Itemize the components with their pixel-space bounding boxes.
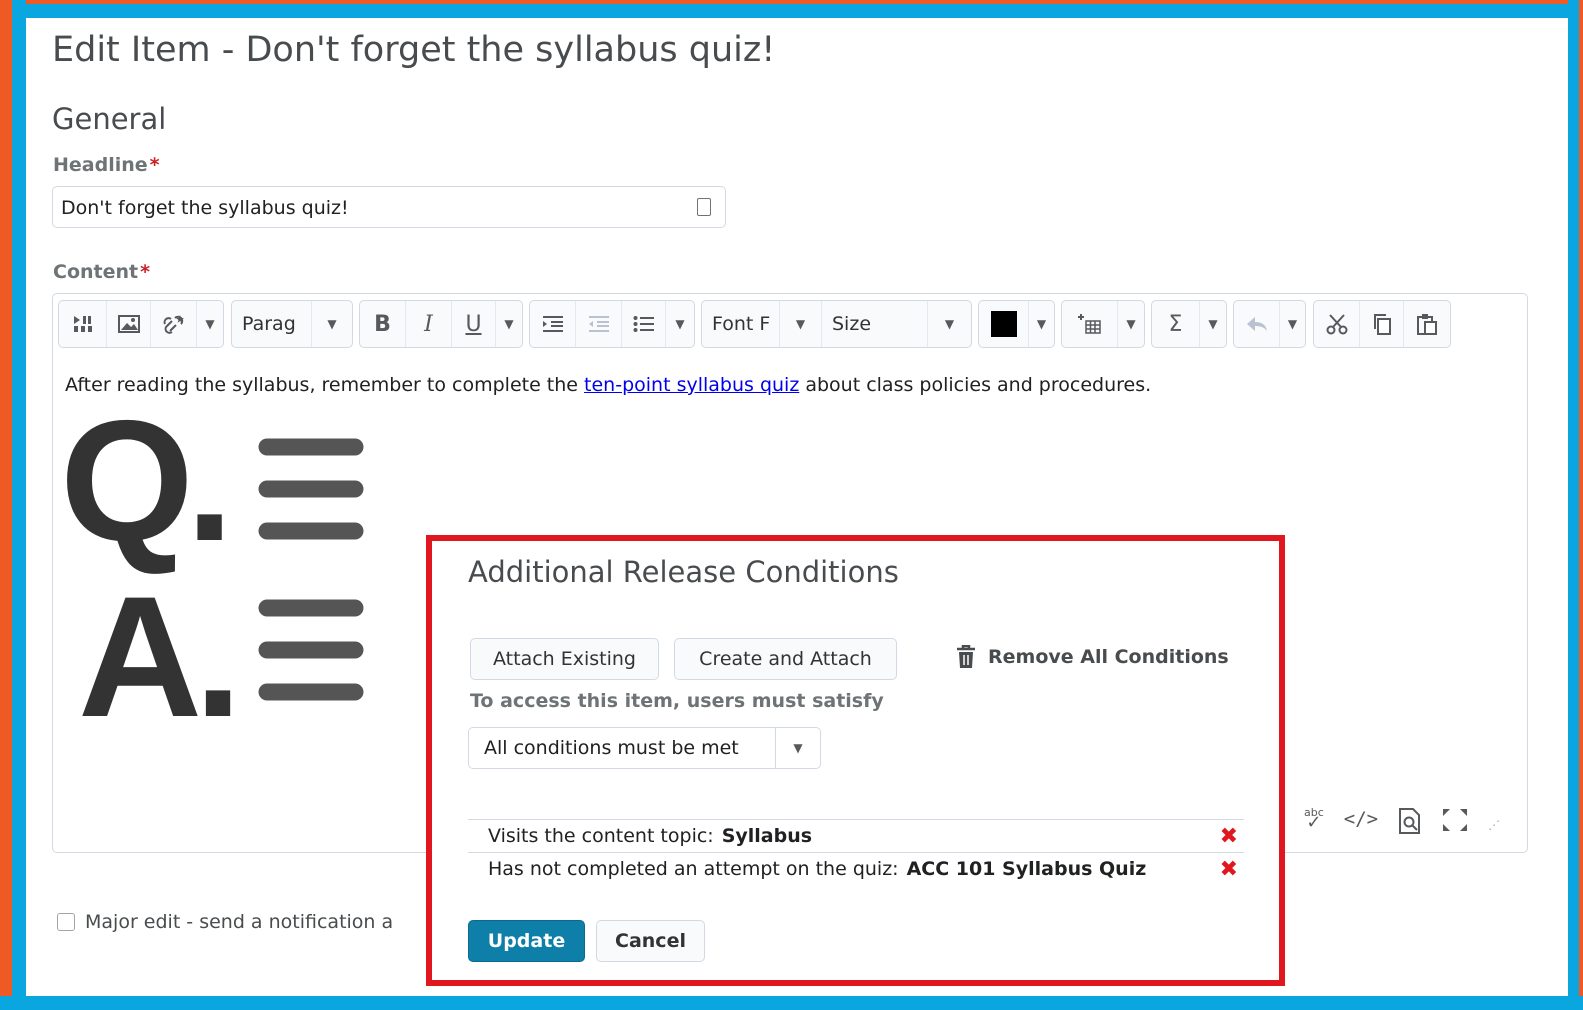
- chevron-down-icon[interactable]: ▼: [666, 301, 694, 347]
- color-group: ▼: [978, 300, 1055, 348]
- source-code-icon[interactable]: </>: [1344, 808, 1378, 839]
- chevron-down-icon[interactable]: ▼: [1029, 301, 1054, 347]
- major-edit-checkbox[interactable]: [57, 913, 75, 931]
- required-mark: *: [140, 261, 151, 283]
- bullet-list-icon[interactable]: [622, 301, 666, 347]
- insert-group: ▼: [58, 300, 224, 348]
- q-letter: Q.: [60, 410, 226, 577]
- preview-icon[interactable]: [1398, 808, 1422, 839]
- insert-image-icon[interactable]: [107, 301, 151, 347]
- history-group: ▼: [1233, 300, 1306, 348]
- bold-icon[interactable]: B: [360, 301, 406, 347]
- resize-handle-icon[interactable]: ⋰: [1488, 808, 1500, 839]
- spellcheck-icon[interactable]: abc ✓: [1304, 807, 1324, 839]
- insert-stuff-icon[interactable]: [59, 301, 107, 347]
- paste-icon[interactable]: [1404, 301, 1450, 347]
- indent-icon[interactable]: [530, 301, 576, 347]
- headline-label-text: Headline: [53, 154, 148, 176]
- text-field-icon[interactable]: [697, 198, 711, 216]
- headline-input-value: Don't forget the syllabus quiz!: [61, 197, 349, 219]
- editor-status-bar: abc ✓ </> ⋰: [1304, 807, 1500, 839]
- update-button[interactable]: Update: [468, 920, 585, 962]
- text-color-button[interactable]: [979, 301, 1029, 347]
- text-style-group: B I U ▼: [359, 300, 523, 348]
- chevron-down-icon[interactable]: ▼: [1118, 301, 1144, 347]
- release-conditions-title: Additional Release Conditions: [468, 555, 899, 589]
- condition-target: Syllabus: [721, 825, 813, 847]
- required-mark: *: [149, 154, 160, 176]
- remove-condition-icon[interactable]: ✖: [1220, 857, 1238, 882]
- editor-text-after: about class policies and procedures.: [799, 374, 1152, 396]
- create-and-attach-button[interactable]: Create and Attach: [674, 638, 897, 680]
- condition-text: Visits the content topic:: [488, 825, 714, 847]
- undo-icon[interactable]: [1234, 301, 1280, 347]
- chevron-down-icon[interactable]: ▼: [1280, 301, 1305, 347]
- condition-target: ACC 101 Syllabus Quiz: [906, 858, 1147, 880]
- remove-all-conditions-button[interactable]: Remove All Conditions: [956, 645, 1229, 669]
- page-title: Edit Item - Don't forget the syllabus qu…: [52, 30, 776, 70]
- remove-condition-icon[interactable]: ✖: [1220, 824, 1238, 849]
- table-group: ▼: [1061, 300, 1145, 348]
- condition-text: Has not completed an attempt on the quiz…: [488, 858, 899, 880]
- a-letter: A.: [78, 561, 234, 730]
- condition-mode-select[interactable]: All conditions must be met ▼: [468, 727, 821, 769]
- attach-existing-button[interactable]: Attach Existing: [470, 638, 659, 680]
- content-label-text: Content: [53, 261, 139, 283]
- editor-paragraph: After reading the syllabus, remember to …: [65, 374, 1151, 396]
- qa-illustration: Q. A.: [60, 410, 364, 730]
- chevron-down-icon[interactable]: ▼: [197, 301, 223, 347]
- font-size-select[interactable]: Size: [822, 301, 928, 347]
- condition-mode-value: All conditions must be met: [484, 737, 739, 759]
- clipboard-group: [1313, 300, 1451, 348]
- editor-text-before: After reading the syllabus, remember to …: [65, 374, 585, 396]
- headline-input[interactable]: Don't forget the syllabus quiz!: [52, 186, 726, 228]
- trash-icon: [957, 645, 975, 668]
- chevron-down-icon[interactable]: ▼: [775, 728, 820, 768]
- syllabus-quiz-link[interactable]: ten-point syllabus quiz: [584, 374, 799, 396]
- chevron-down-icon[interactable]: ▼: [928, 301, 971, 347]
- chevron-down-icon[interactable]: ▼: [496, 301, 522, 347]
- frame-right-accent: [1579, 0, 1583, 1010]
- condition-row: Has not completed an attempt on the quiz…: [468, 852, 1244, 885]
- section-title: General: [52, 102, 167, 136]
- frame-left-accent: [0, 0, 12, 1010]
- equation-group: Σ ▼: [1151, 300, 1227, 348]
- insert-table-icon[interactable]: [1062, 301, 1118, 347]
- copy-icon[interactable]: [1360, 301, 1404, 347]
- frame-left: [12, 0, 26, 1010]
- chevron-down-icon[interactable]: ▼: [780, 301, 822, 347]
- font-group: Font F ▼ Size ▼: [701, 300, 972, 348]
- major-edit-row: Major edit - send a notification a: [57, 911, 393, 933]
- headline-label: Headline *: [53, 154, 160, 176]
- frame-top-accent: [0, 0, 1583, 4]
- format-group: Parag ▼: [231, 300, 353, 348]
- chevron-down-icon[interactable]: ▼: [312, 301, 352, 347]
- frame-bottom: [0, 996, 1583, 1010]
- remove-all-label: Remove All Conditions: [988, 646, 1229, 668]
- fullscreen-icon[interactable]: [1442, 808, 1468, 839]
- cancel-button[interactable]: Cancel: [596, 920, 705, 962]
- access-requirement-label: To access this item, users must satisfy: [470, 690, 884, 712]
- condition-row: Visits the content topic: Syllabus ✖: [468, 819, 1244, 852]
- underline-icon[interactable]: U: [452, 301, 496, 347]
- chevron-down-icon[interactable]: ▼: [1200, 301, 1226, 347]
- content-label: Content *: [53, 261, 150, 283]
- italic-icon[interactable]: I: [406, 301, 452, 347]
- cut-icon[interactable]: [1314, 301, 1360, 347]
- paragraph-group: ▼: [529, 300, 695, 348]
- list-lines-icon: [258, 438, 364, 701]
- format-select[interactable]: Parag: [232, 301, 312, 347]
- outdent-icon[interactable]: [576, 301, 622, 347]
- major-edit-label: Major edit - send a notification a: [85, 911, 394, 933]
- font-family-select[interactable]: Font F: [702, 301, 780, 347]
- insert-quicklink-icon[interactable]: [151, 301, 197, 347]
- equation-icon[interactable]: Σ: [1152, 301, 1200, 347]
- color-swatch-icon: [990, 311, 1017, 337]
